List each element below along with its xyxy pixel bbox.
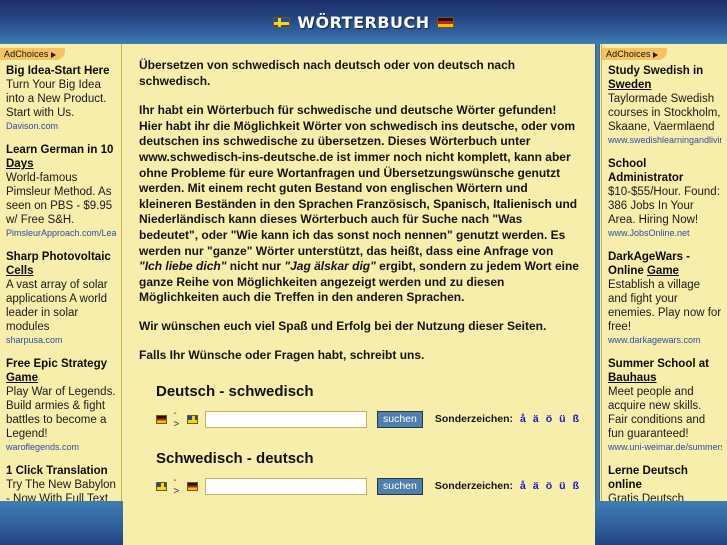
- search-button[interactable]: suchen: [377, 477, 423, 495]
- ad-title-link[interactable]: Learn German in 10 Days: [6, 143, 116, 171]
- ad-url-link[interactable]: www.JobsOnline.net: [608, 227, 722, 240]
- special-characters-label: Sonderzeichen:: [434, 480, 514, 493]
- special-character-button[interactable]: ß: [573, 413, 579, 425]
- ad-block: Learn German in 10 Days World-famous Pims…: [0, 143, 121, 240]
- ad-block: Summer School at Bauhaus Meet people and …: [602, 357, 727, 454]
- example-phrase-sv: "Jag älskar dig": [284, 259, 376, 274]
- ad-title-link[interactable]: School Administrator: [608, 157, 722, 185]
- description-paragraph: Ihr habt ein Wörterbuch für schwedische …: [139, 103, 579, 306]
- ad-block: Free Epic Strategy Game Play War of Legen…: [0, 357, 121, 454]
- arrow-icon: ->: [173, 408, 180, 431]
- special-characters-group: Sonderzeichen: å ä ö ü ß: [435, 413, 579, 425]
- ad-title-link[interactable]: Summer School at Bauhaus: [608, 357, 722, 385]
- swedish-flag-icon: [273, 16, 291, 28]
- ad-url-link[interactable]: www.uni-weimar.de/summersc...: [608, 441, 722, 454]
- ad-body-text: Play War of Legends. Build armies & figh…: [6, 386, 116, 440]
- translate-form-row: -> suchen Sonderzeichen: å ä ö ü ß: [156, 408, 579, 430]
- arrow-icon: ->: [173, 475, 180, 498]
- ad-title-link-second-line[interactable]: Bauhaus: [608, 372, 657, 384]
- ad-block: 1 Click Translation Try The New Babylon -…: [0, 464, 121, 501]
- special-character-button[interactable]: ä: [533, 480, 539, 492]
- ad-title-link[interactable]: DarkAgeWars - Online Game: [608, 250, 722, 278]
- ad-body-text: Try The New Babylon - Now With Full Text…: [6, 479, 116, 501]
- ad-url-link[interactable]: waroflegends.com: [6, 441, 116, 454]
- search-word-input[interactable]: [205, 410, 367, 428]
- special-characters-label: Sonderzeichen:: [434, 413, 514, 426]
- german-flag-icon: [436, 16, 454, 28]
- search-button[interactable]: suchen: [377, 410, 423, 428]
- adchoices-badge-right[interactable]: AdChoices: [602, 48, 668, 60]
- ad-title-link[interactable]: 1 Click Translation: [6, 464, 116, 478]
- adchoices-badge-left[interactable]: AdChoices: [0, 48, 66, 60]
- ad-body-text: Meet people and acquire new skills. Fair…: [608, 386, 706, 440]
- ad-block: Lerne Deutsch onlineGratis Deutsch lerne…: [602, 464, 727, 501]
- site-title-text: WÖRTERBUCH: [297, 12, 430, 32]
- ad-block: Big Idea-Start Here Turn Your Big Idea in…: [0, 64, 121, 133]
- site-title: WÖRTERBUCH: [273, 12, 454, 32]
- swedish-flag-icon: [156, 481, 168, 491]
- ad-block: School Administrator $10-$55/Hour. Found:…: [602, 157, 727, 240]
- ad-body-text: Taylormade Swedish courses in Stockholm,…: [608, 93, 721, 133]
- ad-body-text: World-famous Pimsleur Method. As seen on…: [6, 172, 113, 226]
- ad-url-link[interactable]: www.swedishlearningandliving...: [608, 134, 722, 147]
- ad-title-link[interactable]: Sharp Photovoltaic Cells: [6, 250, 116, 278]
- form-heading: Deutsch - schwedisch: [156, 383, 314, 401]
- footer-bar: [0, 501, 727, 545]
- special-characters-group: Sonderzeichen: å ä ö ü ß: [435, 480, 579, 492]
- ad-body-text: Gratis Deutsch lernen, einfach flexibel …: [608, 493, 685, 501]
- wishes-paragraph: Wir wünschen euch viel Spaß und Erfolg b…: [139, 318, 547, 333]
- adchoices-triangle-icon: [51, 52, 57, 58]
- ad-body-text: $10-$55/Hour. Found: 386 Jobs In Your Ar…: [608, 186, 720, 226]
- ad-block: Sharp Photovoltaic Cells A vast array of …: [0, 250, 121, 347]
- ad-body-text: Establish a village and fight your enemi…: [608, 279, 722, 333]
- site-header: WÖRTERBUCH: [0, 0, 727, 44]
- ad-title-link-second-line[interactable]: Game: [647, 265, 679, 277]
- special-character-button[interactable]: ö: [546, 480, 552, 492]
- ad-block: DarkAgeWars - Online Game Establish a vil…: [602, 250, 727, 347]
- german-flag-icon: [156, 414, 168, 424]
- ad-block: Study Swedish in Sweden Taylormade Swedis…: [602, 64, 727, 147]
- ad-title-link[interactable]: Lerne Deutsch online: [608, 464, 722, 492]
- special-character-button[interactable]: ö: [546, 413, 552, 425]
- ad-title-link[interactable]: Study Swedish in Sweden: [608, 64, 722, 92]
- adchoices-label: AdChoices: [606, 49, 651, 59]
- ad-body-text: Turn Your Big Idea into a New Product. S…: [6, 79, 107, 119]
- special-character-button[interactable]: ü: [559, 413, 565, 425]
- ad-title-link-second-line[interactable]: Sweden: [608, 79, 651, 91]
- swedish-flag-icon: [186, 414, 198, 424]
- ad-url-link[interactable]: PimsleurApproach.com/Learn-...: [6, 227, 116, 240]
- form-heading: Schwedisch - deutsch: [156, 450, 314, 468]
- special-character-button[interactable]: ü: [559, 480, 565, 492]
- ad-title-link-second-line[interactable]: Days: [6, 158, 34, 170]
- ad-url-link[interactable]: Davison.com: [6, 120, 116, 133]
- contact-paragraph: Falls Ihr Wünsche oder Fragen habt, schr…: [139, 347, 425, 362]
- adchoices-triangle-icon: [653, 52, 659, 58]
- ad-title-link[interactable]: Big Idea-Start Here: [6, 64, 116, 78]
- description-part-a: Ihr habt ein Wörterbuch für schwedische …: [139, 103, 578, 258]
- ad-body-text: A vast array of solar applications A wor…: [6, 279, 108, 333]
- special-character-button[interactable]: å: [520, 480, 526, 492]
- main-content: Übersetzen von schwedisch nach deutsch o…: [123, 44, 595, 545]
- left-ad-sidebar: AdChoices Big Idea-Start Here Turn Your B…: [0, 44, 122, 501]
- intro-paragraph: Übersetzen von schwedisch nach deutsch o…: [139, 58, 516, 88]
- right-ad-sidebar: AdChoices Study Swedish in Sweden Taylorm…: [601, 44, 727, 501]
- special-character-button[interactable]: ß: [573, 480, 579, 492]
- content-right-divider: [595, 44, 600, 501]
- footer-content-gap: [123, 501, 595, 545]
- translate-form-row: -> suchen Sonderzeichen: å ä ö ü ß: [156, 475, 579, 497]
- page-root: WÖRTERBUCH AdChoices Big Idea-Start Here…: [0, 0, 727, 545]
- german-flag-icon: [186, 481, 198, 491]
- ad-title-link[interactable]: Free Epic Strategy Game: [6, 357, 116, 385]
- description-part-b: nicht nur: [226, 259, 285, 274]
- search-word-input[interactable]: [205, 477, 367, 495]
- ad-title-link-second-line[interactable]: Game: [6, 372, 38, 384]
- ad-url-link[interactable]: www.darkagewars.com: [608, 334, 722, 347]
- ad-title-link-second-line[interactable]: Cells: [6, 265, 34, 277]
- special-character-button[interactable]: å: [520, 413, 526, 425]
- special-character-button[interactable]: ä: [533, 413, 539, 425]
- adchoices-label: AdChoices: [4, 49, 49, 59]
- ad-url-link[interactable]: sharpusa.com: [6, 334, 116, 347]
- example-phrase-de: "Ich liebe dich": [139, 259, 227, 274]
